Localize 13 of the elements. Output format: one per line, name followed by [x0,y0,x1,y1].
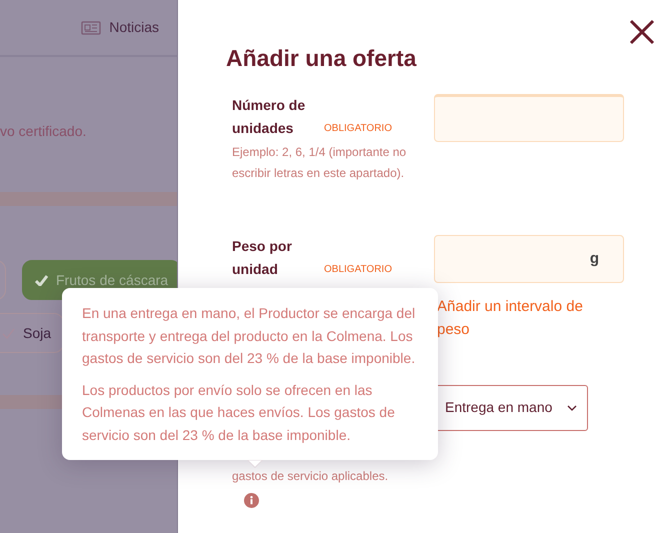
field-label: Número de unidades [232,96,306,138]
text-fragment: vo certificado. [0,122,88,141]
panel-title: Añadir una oferta [226,44,418,73]
input-field[interactable]: g [434,234,624,283]
field-label: Peso por unidad [232,236,293,279]
required-tag: OBLIGATORIO [324,116,392,140]
nav-link[interactable]: Noticias [109,17,159,38]
filter-chip[interactable]: Soja [0,313,64,353]
required-tag: OBLIGATORIO [324,258,392,281]
field-hint: gastos de servicio aplicables. [232,468,390,485]
field-hint: Ejemplo: 2, 6, 1/4 (importante no escribir letras en este apartado). [232,144,408,182]
add-range-link[interactable]: Añadir un intervalo de peso [437,294,609,341]
tooltip: En una entrega en mano, el Productor se encarga del transporte y entrega del producto en la Colmena. Los gastos de servicio son del 23 % de la base imponible. Los productos por envío solo se ofrecen en las Colmenas en las que haces envíos. Los gastos de servicio son del 23 % de la base imponible. [62,288,438,460]
